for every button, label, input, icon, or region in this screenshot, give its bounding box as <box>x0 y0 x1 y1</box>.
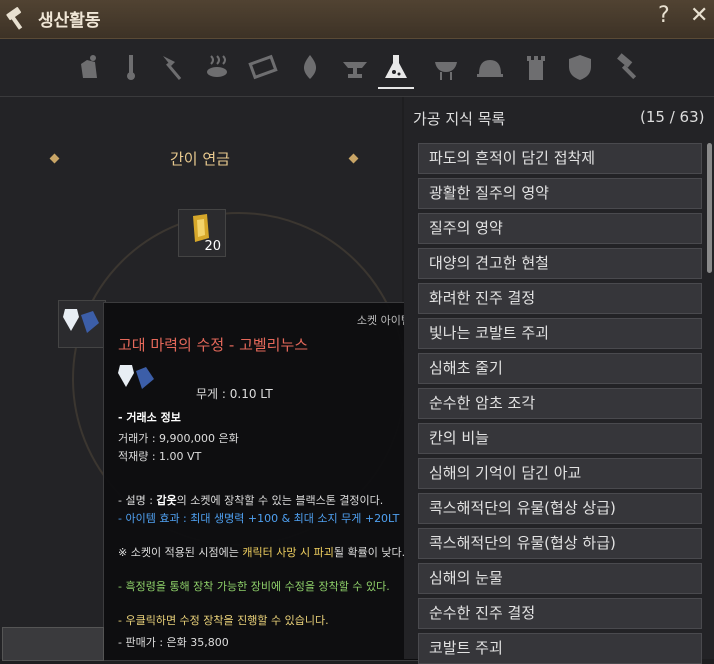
knowledge-list-item[interactable]: 빛나는 코발트 주괴 <box>418 318 702 349</box>
shield-icon <box>569 55 591 80</box>
tab-fishing-food[interactable] <box>200 47 236 87</box>
tab-chopping[interactable] <box>156 47 192 87</box>
recipe-title: 간이 연금 <box>170 150 230 168</box>
bbq-icon <box>435 62 457 80</box>
scrollbar[interactable] <box>707 143 712 273</box>
sell-price: - 판매가 : 은화 35,800 <box>118 636 229 649</box>
hammer-icon <box>6 7 23 30</box>
flask-icon <box>385 55 407 78</box>
material-count: 20 <box>204 239 221 254</box>
knowledge-list-item[interactable]: 심해초 줄기 <box>418 353 702 384</box>
item-description: - 설명 : 갑옷의 소켓에 장착할 수 있는 블랙스톤 결정이다. <box>118 492 383 508</box>
fish-icon <box>207 55 227 77</box>
knowledge-list-item[interactable]: 심해의 기억이 담긴 아교 <box>418 458 702 489</box>
tower-icon <box>527 56 545 80</box>
axe-icon <box>163 56 182 80</box>
equip-note: - 흑정령을 통해 장착 가능한 장비에 수정을 장착할 수 있다. <box>118 580 390 593</box>
knowledge-list-item[interactable]: 대양의 견고한 현철 <box>418 248 702 279</box>
tab-grill[interactable] <box>245 47 281 87</box>
help-button[interactable]: ? <box>658 3 670 28</box>
market-header: - 거래소 정보 <box>118 411 181 424</box>
material-slot-top[interactable]: 20 <box>178 209 226 257</box>
tab-serving[interactable] <box>472 47 508 87</box>
item-tooltip: 소켓 아이템 고대 마력의 수정 - 고벨리누스 무게 : 0.10 LT - … <box>103 302 420 661</box>
knowledge-list-item[interactable]: 심해의 눈물 <box>418 563 702 594</box>
knowledge-list-item[interactable]: 순수한 암초 조각 <box>418 388 702 419</box>
knowledge-list-item[interactable]: 콕스해적단의 유물(협상 하급) <box>418 528 702 559</box>
desc-prefix: - 설명 : <box>118 494 157 507</box>
grill-icon <box>248 54 278 80</box>
material-slot-left[interactable] <box>58 300 106 348</box>
tab-building[interactable] <box>518 47 554 87</box>
tab-cooking[interactable] <box>428 47 464 87</box>
warn-rest: 될 확률이 낮다. <box>333 546 406 559</box>
title-bar: 생산활동 ? ✕ <box>0 0 714 39</box>
knowledge-list-item[interactable]: 콕스해적단의 유물(협상 상급) <box>418 493 702 524</box>
tab-fire[interactable] <box>292 47 328 87</box>
tab-smithing[interactable] <box>337 47 373 87</box>
start-button[interactable] <box>2 627 104 661</box>
knowledge-list-item[interactable]: 칸의 비늘 <box>418 423 702 454</box>
tab-guild[interactable] <box>562 47 598 87</box>
right-click-note: - 우클릭하면 수정 장착을 진행할 수 있습니다. <box>118 614 329 627</box>
knowledge-list-item[interactable]: 광활한 질주의 영약 <box>418 178 702 209</box>
knowledge-list-item[interactable]: 코발트 주괴 <box>418 633 702 664</box>
tab-bar <box>0 39 714 97</box>
tooltip-item-name: 고대 마력의 수정 - 고벨리누스 <box>118 336 309 354</box>
warn-highlight: 캐릭터 사망 시 파괴 <box>242 546 334 559</box>
crystal-icon <box>118 365 154 389</box>
window-title: 생산활동 <box>38 11 101 31</box>
tooltip-category: 소켓 아이템 <box>356 314 411 327</box>
tab-fishing[interactable] <box>113 47 149 87</box>
crystal-icon <box>63 309 99 333</box>
knowledge-list-item[interactable]: 화려한 진주 결정 <box>418 283 702 314</box>
item-effect: - 아이템 효과 : 최대 생명력 +100 & 최대 소지 무게 +20LT <box>118 512 400 525</box>
knowledge-list-item[interactable]: 질주의 영약 <box>418 213 702 244</box>
market-stock: 적재량 : 1.00 VT <box>118 450 202 463</box>
knowledge-count: (15 / 63) <box>640 108 705 126</box>
knowledge-list-item[interactable]: 순수한 진주 결정 <box>418 598 702 629</box>
anvil-icon <box>343 62 367 78</box>
flame-icon <box>303 55 317 79</box>
hammer-icon <box>617 53 637 80</box>
warn-prefix: ※ 소켓이 적용된 시점에는 <box>118 546 243 559</box>
knowledge-list-header: 가공 지식 목록 <box>413 110 506 128</box>
close-button[interactable]: ✕ <box>690 3 708 28</box>
desc-highlight: 갑옷 <box>156 494 177 507</box>
cloche-icon <box>477 60 503 77</box>
fishing-rod-icon <box>127 55 135 80</box>
tab-alchemy[interactable] <box>378 47 414 89</box>
gathering-icon <box>81 55 97 78</box>
market-price: 거래가 : 9,900,000 은화 <box>118 432 239 445</box>
tab-repair[interactable] <box>610 47 646 87</box>
socket-warning: ※ 소켓이 적용된 시점에는 캐릭터 사망 시 파괴될 확률이 낮다. <box>118 544 405 560</box>
tooltip-weight: 무게 : 0.10 LT <box>196 387 273 401</box>
tab-gathering[interactable] <box>72 47 108 87</box>
desc-rest: 의 소켓에 장착할 수 있는 블랙스톤 결정이다. <box>176 494 384 507</box>
knowledge-list-item[interactable]: 파도의 흔적이 담긴 접착제 <box>418 143 702 174</box>
